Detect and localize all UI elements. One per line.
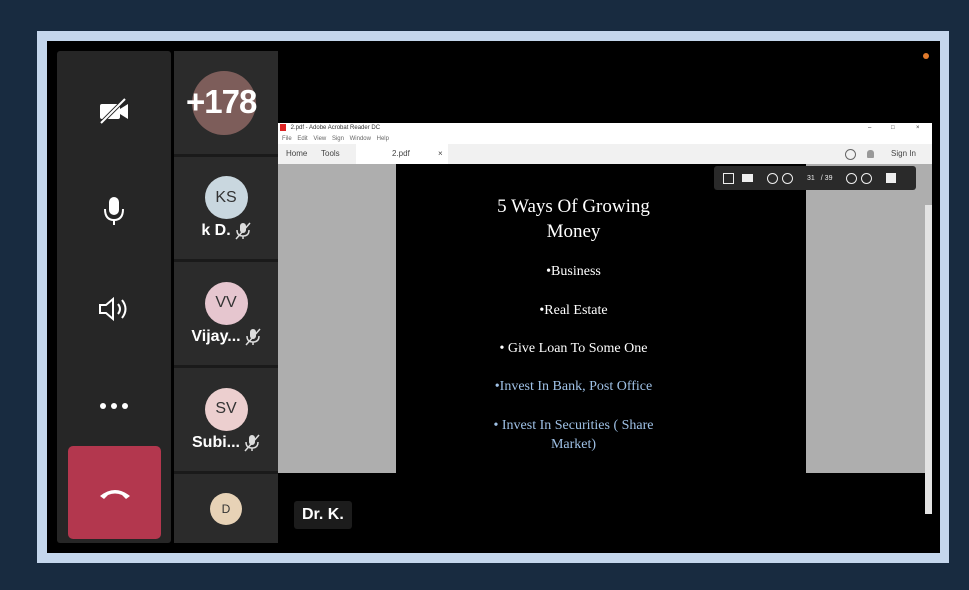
document-view[interactable]: 5 Ways Of Growing Money •Business •Real … [278, 164, 932, 514]
minimize-button[interactable]: – [868, 123, 871, 134]
close-window-button[interactable]: × [916, 123, 920, 134]
floating-page-toolbar: 31 / 39 [714, 166, 916, 190]
more-options-button[interactable] [57, 376, 171, 436]
menu-item-help[interactable]: Help [377, 136, 389, 142]
acrobat-logo-icon [280, 123, 286, 131]
more-participants-count: +178 [186, 83, 257, 120]
avatar: VV [204, 281, 248, 325]
shared-screen-pdf-window: 2.pdf - Adobe Acrobat Reader DC – □ × Fi… [278, 123, 932, 514]
next-page-icon[interactable] [782, 172, 793, 184]
speaker-icon [99, 296, 127, 322]
presenter-name-badge: Dr. K. [294, 501, 352, 529]
zoom-in-icon[interactable] [861, 172, 873, 184]
slide-bullet: •Business [546, 264, 601, 279]
video-off-icon [99, 97, 128, 125]
slide-bullet: •Invest In Bank, Post Office [494, 379, 653, 394]
slide-title-line: Money [546, 221, 601, 242]
mic-muted-icon [245, 328, 261, 345]
maximize-button[interactable]: □ [891, 123, 895, 134]
page-number-input[interactable]: 31 [807, 175, 815, 182]
end-call-button[interactable] [68, 446, 161, 539]
tab-document-label: 2.pdf [392, 149, 410, 158]
menu-item-file[interactable]: File [282, 136, 292, 142]
avatar: D [210, 492, 242, 525]
participant-tile[interactable]: D [174, 474, 278, 543]
participant-name-row: k D. [201, 222, 251, 240]
tab-tools[interactable]: Tools [321, 144, 340, 164]
fit-page-icon[interactable] [886, 173, 897, 183]
recording-indicator-icon [923, 53, 929, 59]
page-total: / 39 [820, 174, 833, 182]
tab-bar: Home Tools 2.pdf × Sign In [278, 144, 932, 165]
participant-name-row: Subi... [192, 434, 260, 452]
previous-page-icon[interactable] [767, 172, 778, 184]
speaker-button[interactable] [57, 279, 171, 339]
participant-name: Vijay... [191, 327, 241, 345]
slide-bullet: • Invest In Securities ( Share [493, 418, 654, 433]
mic-muted-icon [244, 434, 260, 451]
window-title: 2.pdf - Adobe Acrobat Reader DC [290, 125, 381, 131]
microphone-icon [104, 197, 124, 225]
participant-name: Subi... [192, 433, 240, 451]
slide-bullet: •Real Estate [539, 303, 608, 318]
avatar: KS [204, 176, 248, 219]
menu-item-view[interactable]: View [313, 136, 326, 142]
camera-toggle-button[interactable] [57, 81, 171, 141]
mic-muted-icon [235, 222, 251, 240]
sign-in-link[interactable]: Sign In [891, 144, 916, 164]
help-icon[interactable] [845, 149, 856, 160]
vertical-scrollbar[interactable] [925, 205, 932, 514]
print-icon[interactable] [742, 174, 753, 182]
menu-item-edit[interactable]: Edit [297, 136, 307, 142]
end-call-icon [99, 489, 130, 499]
participant-name: k D. [201, 222, 231, 239]
menu-bar: File Edit View Sign Window Help [278, 134, 932, 144]
slide-title-line: 5 Ways Of Growing [497, 196, 650, 217]
avatar: SV [204, 387, 248, 431]
zoom-out-icon[interactable] [846, 172, 858, 184]
microphone-button[interactable] [57, 181, 171, 241]
more-options-icon [100, 403, 128, 409]
slide-bullet: Market) [550, 437, 597, 452]
participant-name-row: Vijay... [191, 327, 261, 346]
participant-tile[interactable]: VV Vijay... [174, 262, 278, 365]
pdf-title-bar: 2.pdf - Adobe Acrobat Reader DC – □ × [278, 123, 932, 134]
pdf-page-slide: 5 Ways Of Growing Money •Business •Real … [396, 164, 806, 473]
slide-bullet: • Give Loan To Some One [499, 341, 648, 356]
participants-panel: +178 KS k D. VV Vijay... SV Subi... D [174, 51, 278, 543]
tab-document[interactable]: 2.pdf × [356, 144, 448, 165]
participant-tile[interactable]: KS k D. [174, 157, 278, 259]
slide-title: 5 Ways Of Growing Money [396, 194, 751, 244]
tab-close-button[interactable]: × [438, 144, 443, 164]
menu-item-window[interactable]: Window [350, 136, 371, 142]
tab-home[interactable]: Home [286, 144, 307, 164]
meeting-screen: +178 KS k D. VV Vijay... SV Subi... D 2.… [47, 41, 940, 553]
participant-tile[interactable]: SV Subi... [174, 368, 278, 471]
bell-icon[interactable] [867, 150, 874, 158]
menu-item-sign[interactable]: Sign [332, 136, 344, 142]
more-participants-tile[interactable]: +178 [174, 51, 278, 154]
save-icon[interactable] [723, 172, 734, 184]
